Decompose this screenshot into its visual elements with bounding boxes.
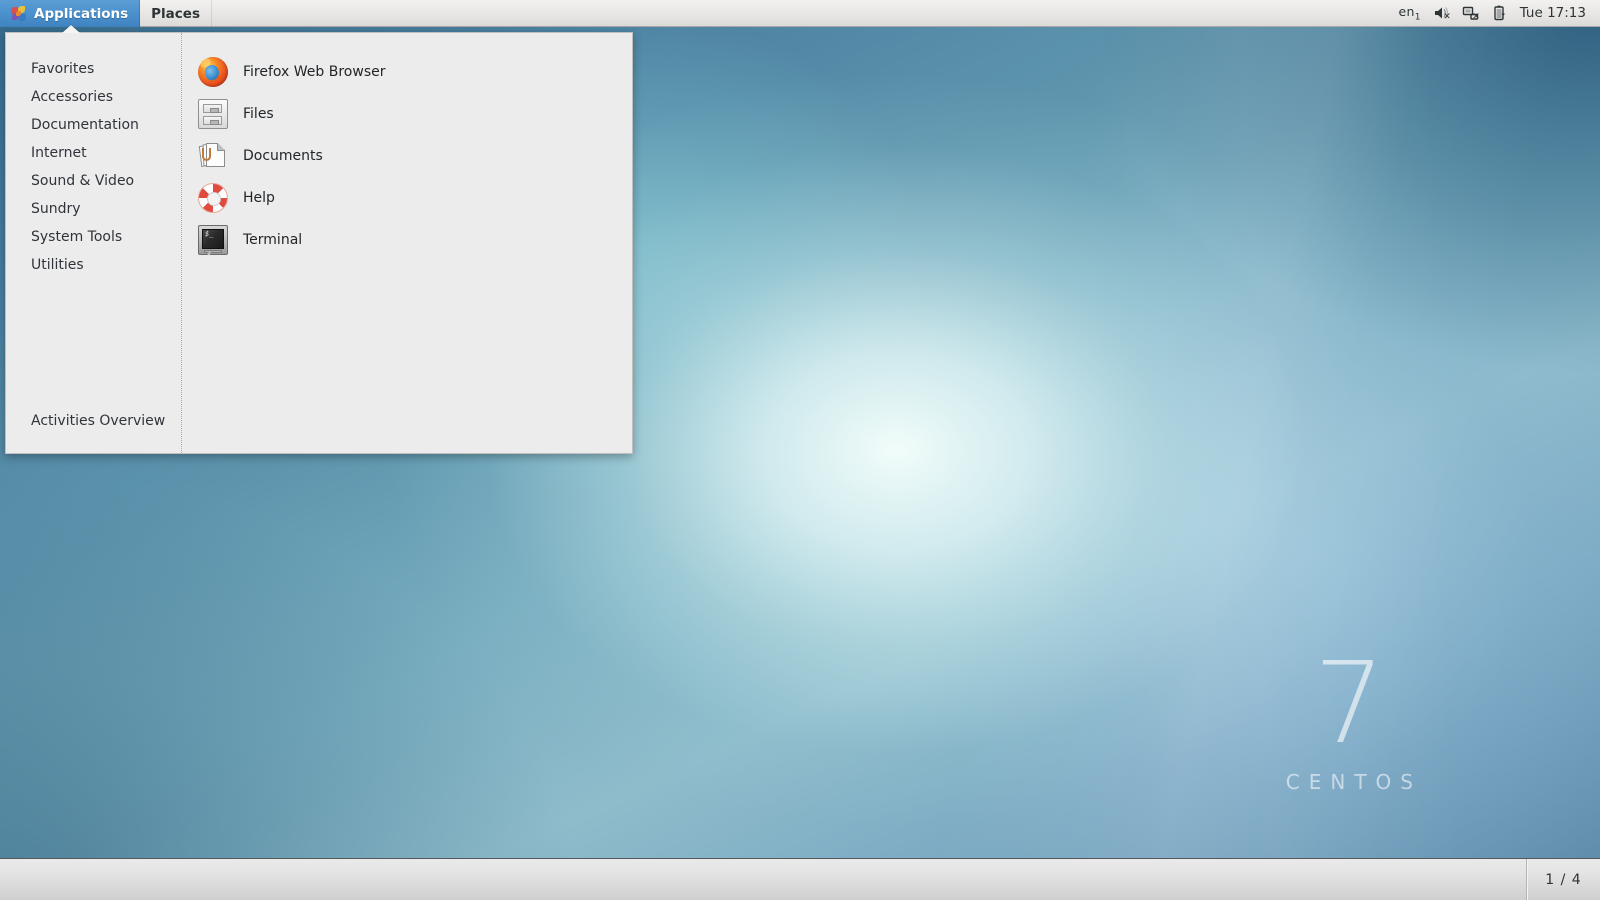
app-item-label: Firefox Web Browser [243, 64, 386, 80]
applications-menu-popup: Favorites Accessories Documentation Inte… [5, 32, 633, 454]
help-icon [198, 183, 228, 213]
terminal-icon [198, 225, 228, 255]
clock[interactable]: Tue 17:13 [1520, 5, 1586, 21]
category-label: System Tools [31, 229, 122, 245]
app-item-label: Help [243, 190, 275, 206]
applications-menu-button[interactable]: Applications [0, 0, 140, 27]
centos-branding: 7 CENTOS [1277, 656, 1422, 794]
window-list[interactable] [0, 859, 1526, 900]
category-label: Utilities [31, 257, 84, 273]
gnome-applications-icon [11, 6, 27, 22]
status-area: en1 ✕ ✕ [1398, 0, 1600, 26]
keyboard-layout-index: 1 [1415, 12, 1421, 22]
centos-version-numeral: 7 [1277, 656, 1422, 752]
category-item-sound-video[interactable]: Sound & Video [6, 167, 181, 195]
activities-overview-label: Activities Overview [31, 413, 165, 429]
applications-menu-label: Applications [34, 6, 128, 22]
disconnected-cross-icon: ✕ [1472, 13, 1480, 22]
app-item-label: Terminal [243, 232, 302, 248]
bottom-panel: 1 / 4 [0, 858, 1600, 900]
volume-muted-icon[interactable]: ✕ [1433, 5, 1450, 21]
menu-pointer-arrow [62, 25, 80, 33]
keyboard-layout-indicator[interactable]: en1 [1398, 4, 1420, 23]
top-panel: Applications Places en1 ✕ [0, 0, 1600, 27]
category-label: Sound & Video [31, 173, 134, 189]
category-item-documentation[interactable]: Documentation [6, 111, 181, 139]
category-pane: Favorites Accessories Documentation Inte… [6, 33, 182, 453]
places-menu-button[interactable]: Places [140, 0, 212, 27]
documents-icon [198, 141, 228, 171]
app-item-firefox[interactable]: Firefox Web Browser [182, 51, 632, 93]
muted-cross-icon: ✕ [1443, 13, 1451, 22]
activities-overview-item[interactable]: Activities Overview [6, 407, 181, 435]
app-item-files[interactable]: Files [182, 93, 632, 135]
workspace-indicator[interactable]: 1 / 4 [1526, 859, 1600, 900]
category-label: Accessories [31, 89, 113, 105]
category-item-favorites[interactable]: Favorites [6, 55, 181, 83]
app-item-terminal[interactable]: Terminal [182, 219, 632, 261]
category-label: Documentation [31, 117, 139, 133]
places-menu-label: Places [151, 6, 200, 22]
category-label: Sundry [31, 201, 81, 217]
workspace-indicator-label: 1 / 4 [1545, 872, 1581, 888]
category-item-internet[interactable]: Internet [6, 139, 181, 167]
category-item-system-tools[interactable]: System Tools [6, 223, 181, 251]
category-label: Favorites [31, 61, 94, 77]
battery-icon[interactable] [1491, 5, 1508, 21]
app-item-label: Documents [243, 148, 323, 164]
centos-wordmark: CENTOS [1277, 770, 1422, 794]
firefox-icon [198, 57, 228, 87]
app-item-label: Files [243, 106, 274, 122]
favorites-pane: Firefox Web Browser Files Documents Help… [182, 33, 632, 453]
app-item-help[interactable]: Help [182, 177, 632, 219]
category-label: Internet [31, 145, 87, 161]
keyboard-layout-label: en [1398, 4, 1414, 19]
network-disconnected-icon[interactable]: ✕ [1462, 5, 1479, 21]
files-icon [198, 99, 228, 129]
category-item-sundry[interactable]: Sundry [6, 195, 181, 223]
app-item-documents[interactable]: Documents [182, 135, 632, 177]
category-item-accessories[interactable]: Accessories [6, 83, 181, 111]
category-item-utilities[interactable]: Utilities [6, 251, 181, 279]
clock-label: Tue 17:13 [1520, 5, 1586, 21]
